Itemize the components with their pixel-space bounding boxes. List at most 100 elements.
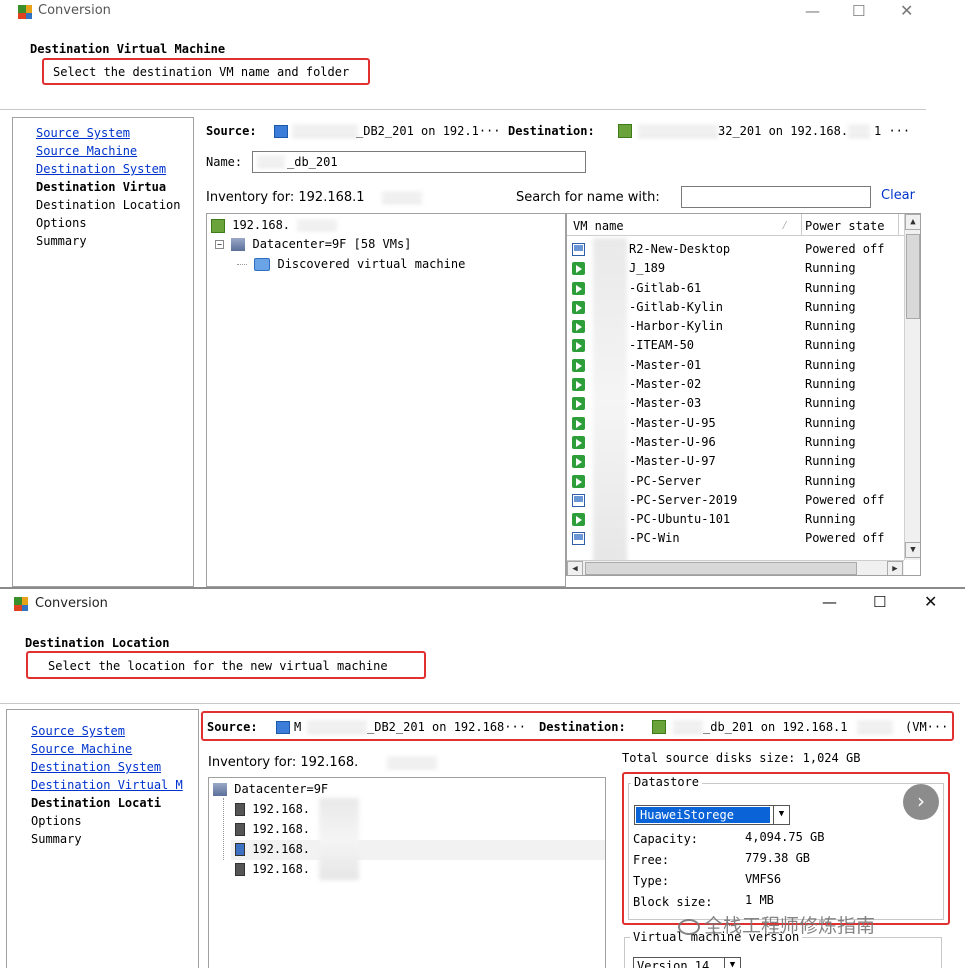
vm-running-icon [572,320,585,334]
vm-row[interactable]: -PC-Server Running [567,472,904,491]
window-1: Conversion — ☐ ✕ Destination Virtual Mac… [0,0,965,588]
vm-running-icon [572,358,585,372]
destination-vcenter-icon [618,124,632,138]
tree-datacenter-label: Datacenter=9F [58 VMs] [252,237,412,251]
nav2-source-machine[interactable]: Source Machine [31,740,198,758]
vm-version-selected: Version 14 [637,959,710,968]
datacenter-icon [231,238,246,251]
tree-datacenter-row[interactable]: − Datacenter=9F [58 VMs] [215,237,411,251]
source-label-2: Source: [207,720,258,734]
vm-power-state: Running [805,357,856,372]
vm-list-hscrollbar[interactable]: ◀ ▶ [567,560,904,575]
minimize-icon[interactable]: — [805,2,820,20]
host-icon [235,843,245,856]
free-label: Free: [633,853,670,867]
scroll-down-icon[interactable]: ▼ [905,542,920,558]
maximize-icon-2[interactable]: ☐ [873,593,886,611]
minimize-icon-2[interactable]: — [822,593,837,611]
vm-name: -Master-03 [629,396,702,411]
vm-row[interactable]: -PC-Ubuntu-101 Running [567,510,904,529]
subheading-highlight: Select the destination VM name and folde… [42,58,370,85]
dropdown-arrow-icon[interactable]: ▼ [773,806,789,824]
page-heading-2: Destination Location [25,636,170,650]
header-divider-2 [0,703,960,704]
nav-source-machine[interactable]: Source Machine [36,142,193,160]
scroll-left-icon[interactable]: ◀ [567,561,583,575]
host-icon [235,803,245,816]
col-vm-name[interactable]: VM name [573,219,624,233]
vm-list: VM name ⁄ Power state R2-New-Desktop Powe… [566,213,921,576]
vm-name: -Gitlab-61 [629,280,702,295]
close-icon[interactable]: ✕ [900,1,913,20]
tree-folder-row[interactable]: Discovered virtual machine [237,257,465,271]
converter-app-icon-2 [14,597,28,611]
vm-name: -PC-Server-2019 [629,492,738,507]
source-machine-icon-2 [276,721,290,734]
vm-version-select[interactable]: Version 14 ▼ [633,957,741,968]
vm-row[interactable]: -Gitlab-61 Running [567,279,904,298]
vm-row[interactable]: -Master-U-96 Running [567,433,904,452]
search-input[interactable] [681,186,871,208]
vm-row[interactable]: -PC-Server-2019 Powered off [567,491,904,510]
vm-row[interactable]: -Master-01 Running [567,356,904,375]
hscroll-thumb[interactable] [585,562,857,575]
nav2-destination-system[interactable]: Destination System [31,758,198,776]
vm-row[interactable]: -Master-02 Running [567,375,904,394]
vm-row[interactable]: -Master-U-95 Running [567,414,904,433]
vm-row[interactable]: -ITEAM-50 Running [567,336,904,355]
capacity-value: 4,094.75 GB [745,830,825,844]
clear-link[interactable]: Clear [881,188,915,203]
destination-value-2: _db_201 on 192.168.1 [703,720,848,734]
vm-row[interactable]: -Gitlab-Kylin Running [567,298,904,317]
host-row-4[interactable]: 192.168. [235,862,310,876]
host-row-1[interactable]: 192.168. [235,802,310,816]
collapse-icon[interactable]: − [215,240,224,249]
host-row-2[interactable]: 192.168. [235,822,310,836]
vm-power-state: Running [805,299,856,314]
inventory-label-2: Inventory for: 192.168. [208,755,359,770]
source-value: _DB2_201 on 192.1··· [356,124,501,138]
vm-power-state: Running [805,261,856,276]
vm-row[interactable]: R2-New-Desktop Powered off [567,240,904,259]
vm-row[interactable]: -Master-03 Running [567,394,904,413]
redacted-inventory-2 [387,757,437,769]
name-input[interactable]: _db_201 [252,151,586,173]
scroll-right-icon[interactable]: ▶ [887,561,903,575]
nav-summary: Summary [36,234,87,248]
host-label-3: 192.168. [252,842,311,856]
nav-source-system[interactable]: Source System [36,124,193,142]
vm-row[interactable]: J_189 Running [567,259,904,278]
vm-running-icon [572,262,585,276]
col-power-state[interactable]: Power state [805,219,884,233]
vm-name: -PC-Server [629,473,702,488]
host-label-1: 192.168. [252,802,311,816]
maximize-icon[interactable]: ☐ [852,2,865,20]
nav2-source-system[interactable]: Source System [31,722,198,740]
datastore-select[interactable]: HuaweiStorege ▼ [634,805,790,825]
vm-row[interactable]: -PC-Win Powered off [567,529,904,548]
vm-power-state: Running [805,454,856,469]
block-size-value: 1 MB [745,893,774,907]
vm-row[interactable]: -Master-U-97 Running [567,452,904,471]
host-row-3-selected[interactable]: 192.168. [231,840,605,860]
vm-row[interactable]: -Harbor-Kylin Running [567,317,904,336]
vm-running-icon [572,474,585,488]
vm-running-icon [572,513,585,527]
redacted-name [257,156,285,168]
tree-root-row[interactable]: 192.168. [211,218,338,233]
host-label-4: 192.168. [252,862,311,876]
nav2-destination-virtual-machine[interactable]: Destination Virtual M [31,776,198,794]
loc-datacenter-label: Datacenter=9F [234,782,329,796]
scroll-up-icon[interactable]: ▲ [905,214,920,230]
vm-running-icon [572,281,585,295]
block-size-label: Block size: [633,895,713,909]
close-icon-2[interactable]: ✕ [924,592,937,611]
nav-destination-virtual-machine: Destination Virtua [36,180,167,194]
nav-destination-system[interactable]: Destination System [36,160,193,178]
dropdown-arrow-icon[interactable]: ▼ [724,958,740,968]
vm-list-vscrollbar[interactable]: ▲ ▼ [904,214,920,560]
scroll-thumb[interactable] [906,234,920,319]
loc-datacenter-row[interactable]: Datacenter=9F [213,782,328,796]
vm-power-state: Powered off [805,492,885,507]
next-arrow-icon[interactable]: › [903,784,939,820]
